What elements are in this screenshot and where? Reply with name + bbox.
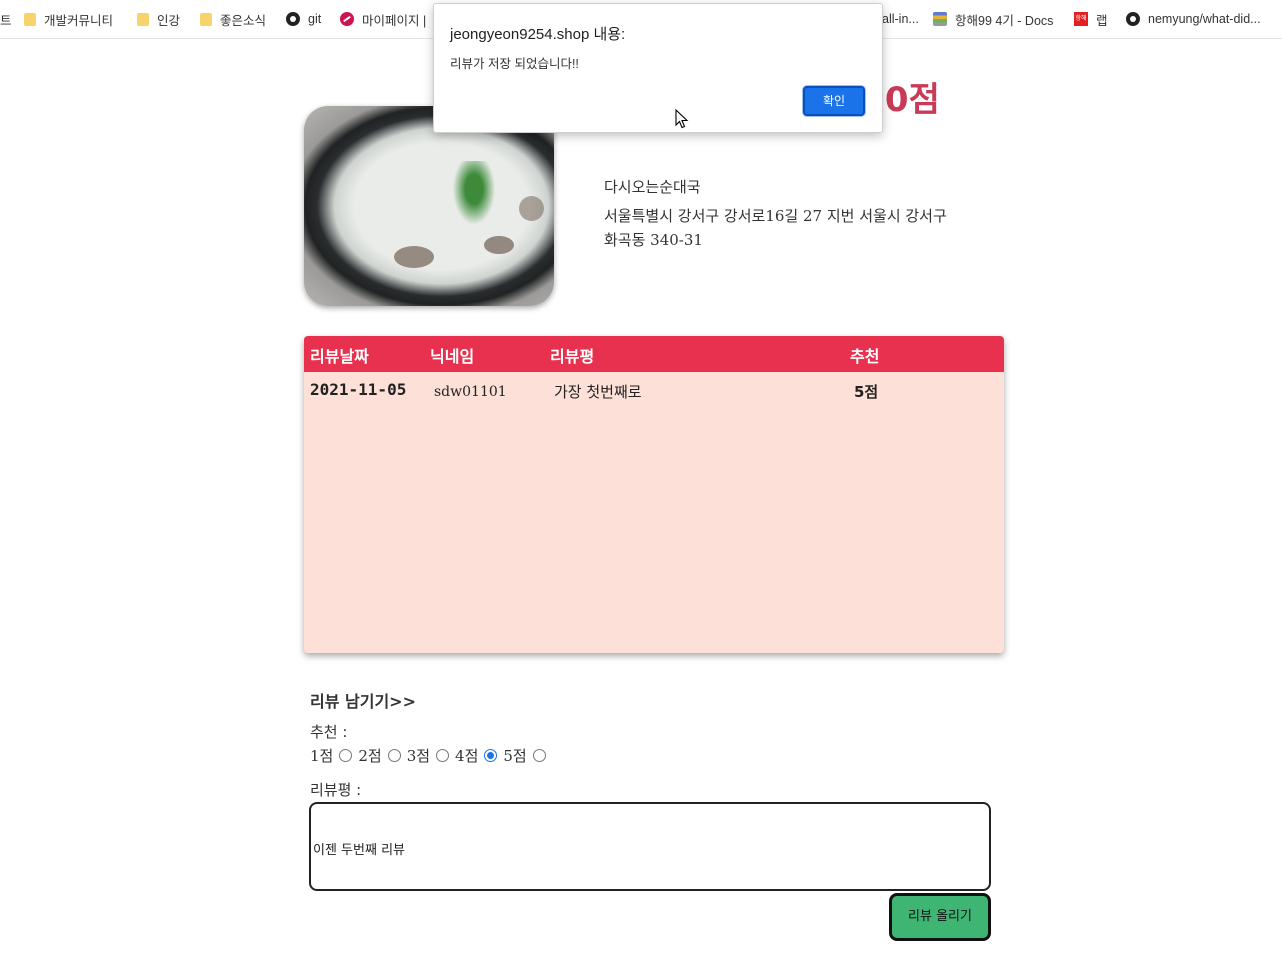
bookmark-label: 랩 <box>1096 13 1108 28</box>
bookmark-partial[interactable]: 트 <box>0 10 12 28</box>
bookmark-folder-dev-community[interactable]: 개발커뮤니티 <box>24 10 113 28</box>
bookmark-all-in[interactable]: all-in... <box>882 10 919 28</box>
rating-label-2: 2점 <box>358 747 382 765</box>
comment-textarea[interactable]: 이젠 두번째 리뷰 <box>309 802 991 891</box>
bookmark-label: 마이페이지 | <box>362 13 427 28</box>
mypage-icon <box>340 12 354 26</box>
bookmark-hanghae-docs[interactable]: 항해99 4기 - Docs <box>933 10 1053 28</box>
bookmark-label: 좋은소식 <box>220 13 267 28</box>
bookmark-label: 항해99 4기 - Docs <box>955 13 1054 28</box>
submit-review-button[interactable]: 리뷰 올리기 <box>889 893 991 941</box>
mouse-cursor-icon <box>675 109 689 129</box>
rating-label-5: 5점 <box>503 747 527 765</box>
header-comment: 리뷰평 <box>550 347 595 366</box>
review-form-heading: 리뷰 남기기>> <box>310 692 416 711</box>
bookmark-label: 인강 <box>157 13 181 28</box>
store-address: 서울특별시 강서구 강서로16길 27 지번 서울시 강서구 화곡동 340-3… <box>604 207 947 249</box>
hanghae-icon: 항해 <box>1074 12 1088 26</box>
rating-label-3: 3점 <box>406 747 431 765</box>
bookmark-label: git <box>308 12 322 26</box>
rating-radio-4[interactable] <box>484 749 498 762</box>
review-comment: 가장 첫번째로 <box>554 383 642 401</box>
header-recommend: 추천 <box>850 347 880 366</box>
alert-ok-button[interactable]: 확인 <box>803 86 865 116</box>
alert-title: jeongyeon9254.shop 내용: <box>450 26 626 43</box>
review-date: 2021-11-05 <box>310 380 407 399</box>
store-photo <box>304 106 554 306</box>
rating-radio-3[interactable] <box>436 749 450 762</box>
store-name: 다시오는순대국 <box>604 178 701 196</box>
rating-options: 1점 2점 3점 4점 5점 <box>310 745 552 766</box>
review-table: 리뷰날짜 닉네임 리뷰평 추천 2021-11-05 sdw01101 가장 첫… <box>304 336 1004 653</box>
github-icon <box>286 12 300 26</box>
bookmark-lab[interactable]: 항해 랩 <box>1074 10 1108 28</box>
header-nickname: 닉네임 <box>430 347 475 366</box>
bookmark-label: nemyung/what-did... <box>1148 12 1261 26</box>
folder-icon <box>24 12 36 26</box>
bookmark-folder-lectures[interactable]: 인강 <box>137 10 180 28</box>
recommend-label: 추천 : <box>310 723 348 741</box>
rating-label-4: 4점 <box>455 747 479 765</box>
rating-radio-2[interactable] <box>387 749 401 762</box>
bookmark-label: 트 <box>0 13 12 28</box>
bookmark-label: all-in... <box>882 12 919 26</box>
bookmark-folder-good-news[interactable]: 좋은소식 <box>200 10 266 28</box>
rating-label-1: 1점 <box>310 747 334 765</box>
comment-label: 리뷰평 : <box>310 781 362 799</box>
review-table-header: 리뷰날짜 닉네임 리뷰평 추천 <box>304 336 1004 372</box>
bookmark-git[interactable]: git <box>286 10 321 28</box>
docs-icon <box>933 12 947 26</box>
alert-message: 리뷰가 저장 되었습니다!! <box>450 57 579 71</box>
rating-radio-1[interactable] <box>339 749 353 762</box>
rating-radio-5[interactable] <box>532 749 546 762</box>
bookmark-github-repo[interactable]: nemyung/what-did... <box>1126 10 1261 28</box>
alert-dialog: jeongyeon9254.shop 내용: 리뷰가 저장 되었습니다!! 확인 <box>433 3 883 133</box>
folder-icon <box>137 12 149 26</box>
folder-icon <box>200 12 212 26</box>
github-icon <box>1126 12 1140 26</box>
header-review-date: 리뷰날짜 <box>310 347 369 366</box>
bookmark-mypage[interactable]: 마이페이지 | <box>340 10 426 28</box>
bookmark-label: 개발커뮤니티 <box>44 13 114 28</box>
review-nickname: sdw01101 <box>434 384 507 400</box>
review-recommend: 5점 <box>854 383 879 401</box>
